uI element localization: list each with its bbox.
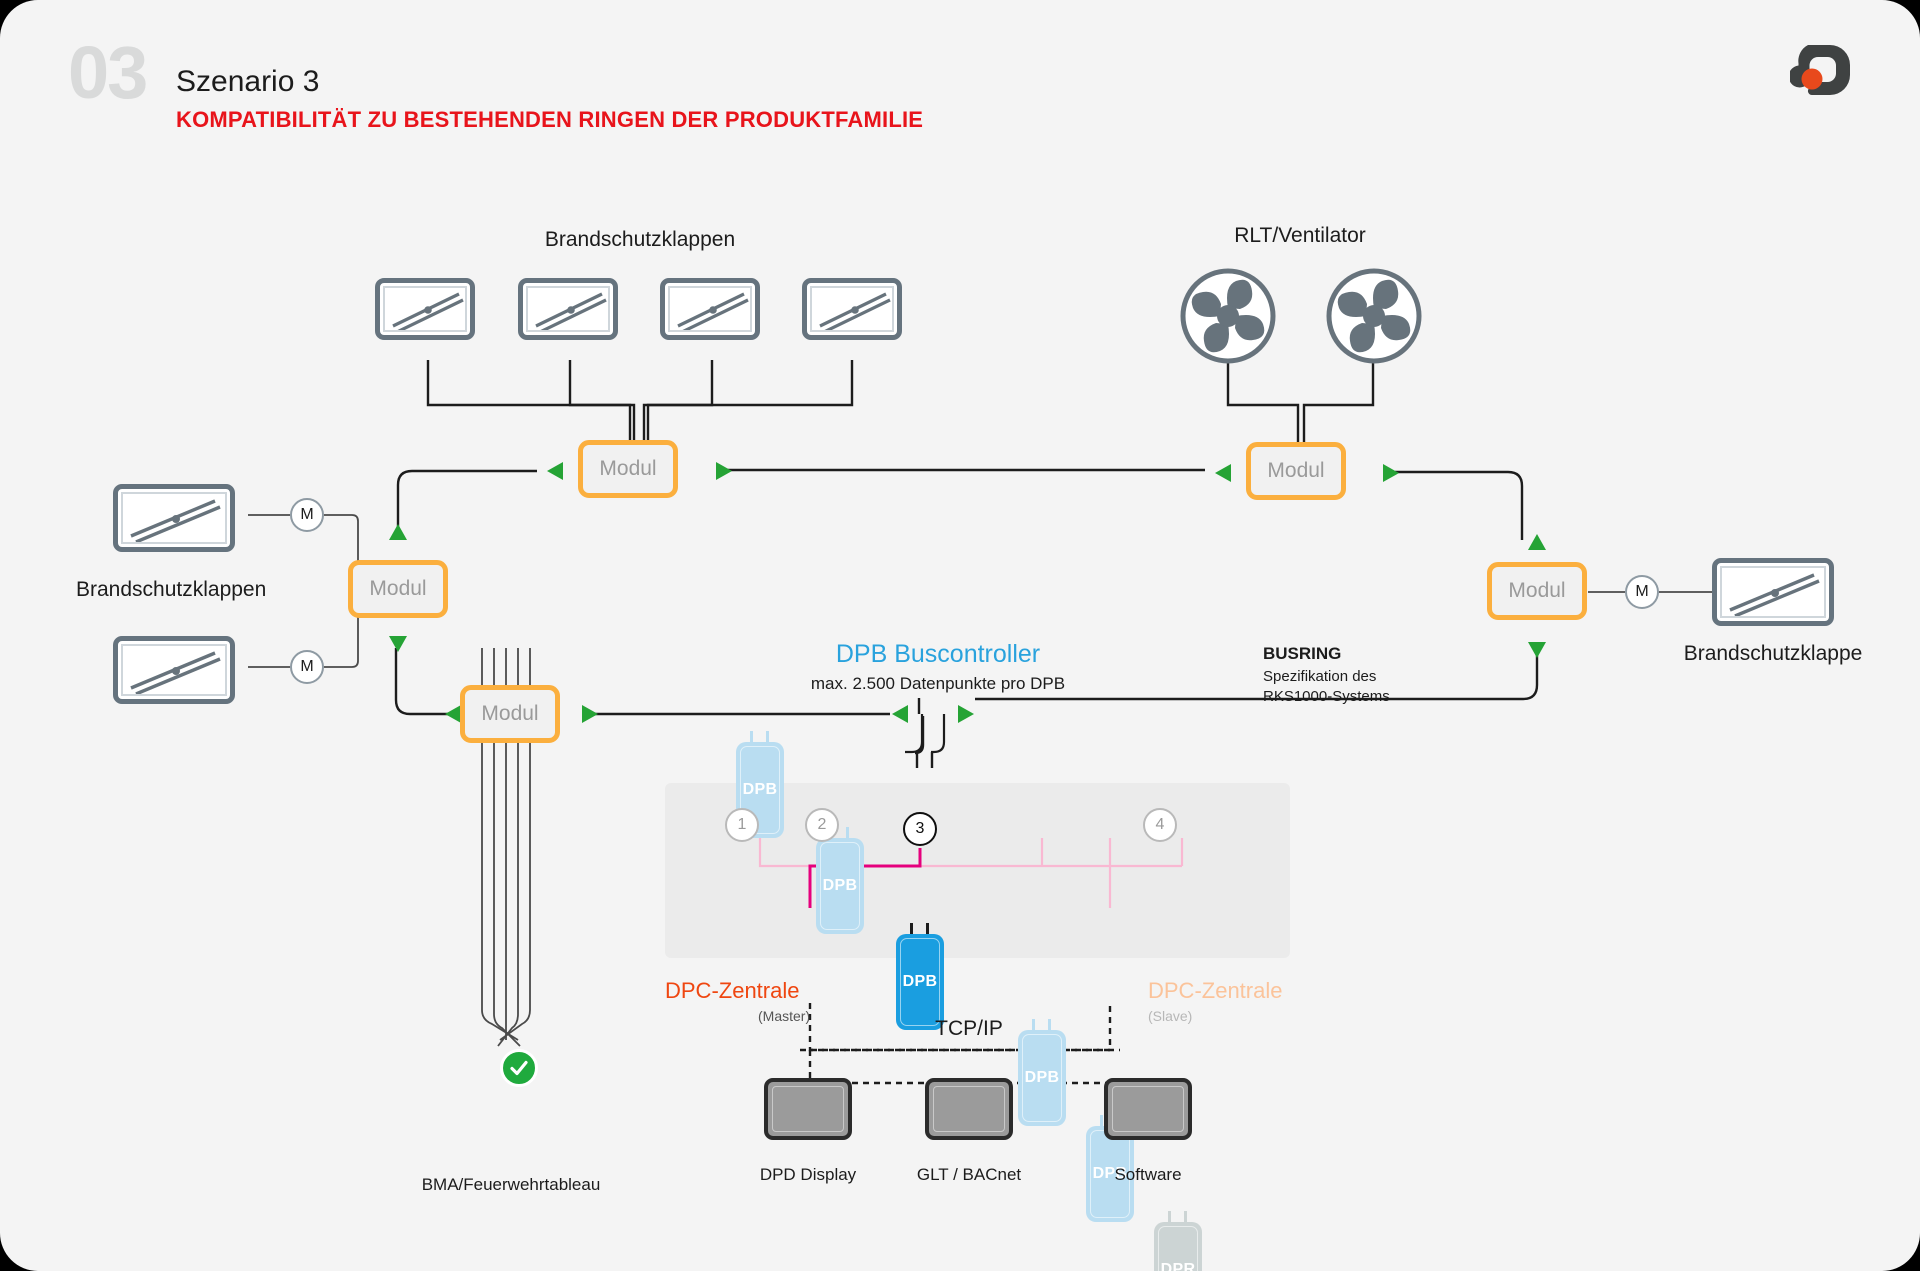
sidebar-item-modul-top-right[interactable]: Modul — [1246, 442, 1346, 500]
busring-line-2: RKS1000-Systems — [1263, 688, 1390, 705]
fire-damper-icon — [518, 278, 618, 340]
fire-damper-icon — [113, 636, 235, 704]
check-circle-icon — [500, 1049, 538, 1087]
bma-label: BMA/Feuerwehrtableau — [421, 1175, 601, 1194]
glt-bacnet-label: GLT / BACnet — [916, 1165, 1022, 1184]
sidebar-item-modul-right[interactable]: Modul — [1487, 562, 1587, 620]
motor-label: M — [1635, 583, 1649, 600]
sidebar-item-modul-top-left[interactable]: Modul — [578, 440, 678, 498]
motor-label: M — [300, 506, 314, 523]
fire-damper-icon — [660, 278, 760, 340]
dpd-display-device[interactable] — [764, 1078, 852, 1140]
modul-label: Modul — [481, 702, 539, 725]
fire-damper-icon — [113, 484, 235, 552]
motor-icon: M — [290, 498, 324, 532]
bus-module-dpb-3[interactable]: DPB — [896, 923, 944, 1030]
fire-damper-icon — [375, 278, 475, 340]
busring-title: BUSRING — [1263, 644, 1342, 663]
glt-bacnet-device[interactable] — [925, 1078, 1013, 1140]
label-dampers-left: Brandschutzklappen — [76, 578, 267, 601]
bus-module-label: DPR — [1160, 1261, 1196, 1271]
dpc-master-subtitle: (Master) — [758, 1008, 811, 1024]
bus-module-label: DPB — [902, 973, 938, 990]
software-label: Software — [1114, 1165, 1182, 1184]
bus-module-number-1: 1 — [725, 808, 759, 842]
dpc-master-title: DPC-Zentrale — [665, 978, 800, 1003]
label-dampers-top: Brandschutzklappen — [544, 228, 736, 251]
modul-label: Modul — [369, 577, 427, 600]
sidebar-item-modul-bottom-left[interactable]: Modul — [460, 685, 560, 743]
bus-module-number-4: 4 — [1143, 808, 1177, 842]
ventilator-fan-icon — [1172, 268, 1284, 364]
dpd-display-label: DPD Display — [759, 1165, 857, 1184]
dpc-slave-subtitle: (Slave) — [1148, 1008, 1193, 1024]
bus-module-label: DPB — [742, 781, 778, 798]
sidebar-item-modul-left[interactable]: Modul — [348, 560, 448, 618]
bus-module-dpb-2[interactable]: DPB — [816, 827, 864, 934]
modul-label: Modul — [1508, 579, 1566, 602]
slide-card: 03 Szenario 3 KOMPATIBILITÄT ZU BESTEHEN… — [0, 0, 1920, 1271]
motor-icon: M — [290, 650, 324, 684]
motor-label: M — [300, 658, 314, 675]
motor-icon: M — [1625, 575, 1659, 609]
software-device[interactable] — [1104, 1078, 1192, 1140]
ventilator-fan-icon — [1318, 268, 1430, 364]
modul-label: Modul — [599, 457, 657, 480]
bus-module-number-3: 3 — [903, 812, 937, 846]
busring-line-1: Spezifikation des — [1263, 668, 1377, 685]
modul-label: Modul — [1267, 459, 1325, 482]
tcpip-label: TCP/IP — [935, 1017, 1003, 1040]
bus-module-label: DPB — [1024, 1069, 1060, 1086]
fire-damper-icon — [1712, 558, 1834, 626]
bus-module-dpr-6[interactable]: DPR — [1154, 1211, 1202, 1271]
dpc-slave-title: DPC-Zentrale — [1148, 978, 1283, 1003]
bus-controller-subtitle: max. 2.500 Datenpunkte pro DPB — [810, 674, 1066, 693]
bus-module-dpb-4[interactable]: DPB — [1018, 1019, 1066, 1126]
bus-module-label: DPB — [822, 877, 858, 894]
bus-controller-title: DPB Buscontroller — [835, 640, 1041, 668]
bus-module-number-2: 2 — [805, 808, 839, 842]
label-fans-top: RLT/Ventilator — [1234, 224, 1366, 247]
label-damper-right: Brandschutzklappe — [1683, 642, 1863, 665]
fire-damper-icon — [802, 278, 902, 340]
